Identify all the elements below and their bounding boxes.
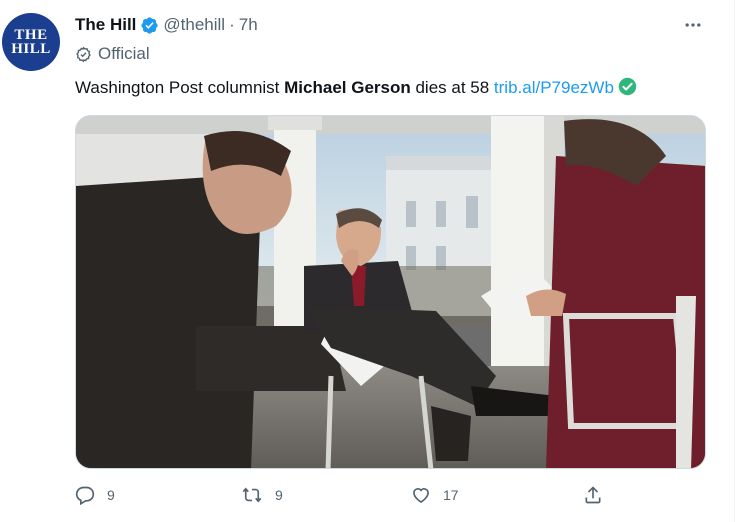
check-circle-icon [618, 77, 637, 96]
more-horizontal-icon[interactable] [682, 14, 704, 36]
tweet-card: THE HILL The Hill @thehill · 7h Official… [0, 0, 735, 522]
official-label: Official [75, 44, 150, 64]
tweet-link[interactable]: trib.al/P79ezWb [494, 78, 614, 97]
retweet-count: 9 [275, 487, 283, 503]
photo-illustration [76, 116, 705, 468]
tweet-text-name: Michael Gerson [284, 78, 411, 97]
reply-icon [75, 486, 95, 505]
tweet-text-suffix: dies at 58 [410, 78, 494, 97]
author-handle[interactable]: @thehill [163, 15, 225, 35]
official-text: Official [98, 44, 150, 63]
tweet-header: The Hill @thehill · 7h [75, 14, 258, 36]
heart-icon [413, 488, 429, 504]
retweet-button[interactable]: 9 [241, 485, 283, 505]
separator-dot: · [229, 15, 235, 34]
retweet-icon [242, 487, 262, 503]
tweet-text: Washington Post columnist Michael Gerson… [75, 77, 637, 98]
share-button[interactable] [583, 485, 615, 505]
timestamp[interactable]: 7h [239, 15, 258, 35]
share-icon [585, 486, 601, 504]
avatar-text-top: THE [14, 27, 48, 43]
reply-button[interactable]: 9 [75, 485, 115, 505]
verified-badge-icon [141, 16, 159, 34]
author-name[interactable]: The Hill [75, 15, 136, 35]
reply-count: 9 [107, 487, 115, 503]
avatar[interactable]: THE HILL [2, 13, 60, 71]
avatar-text-bottom: HILL [11, 41, 51, 57]
like-count: 17 [443, 487, 459, 503]
tweet-text-prefix: Washington Post columnist [75, 78, 285, 97]
like-button[interactable]: 17 [411, 485, 459, 505]
tweet-actions: 9 9 17 [75, 485, 635, 509]
official-badge-icon [76, 46, 91, 62]
tweet-photo[interactable] [75, 115, 706, 469]
